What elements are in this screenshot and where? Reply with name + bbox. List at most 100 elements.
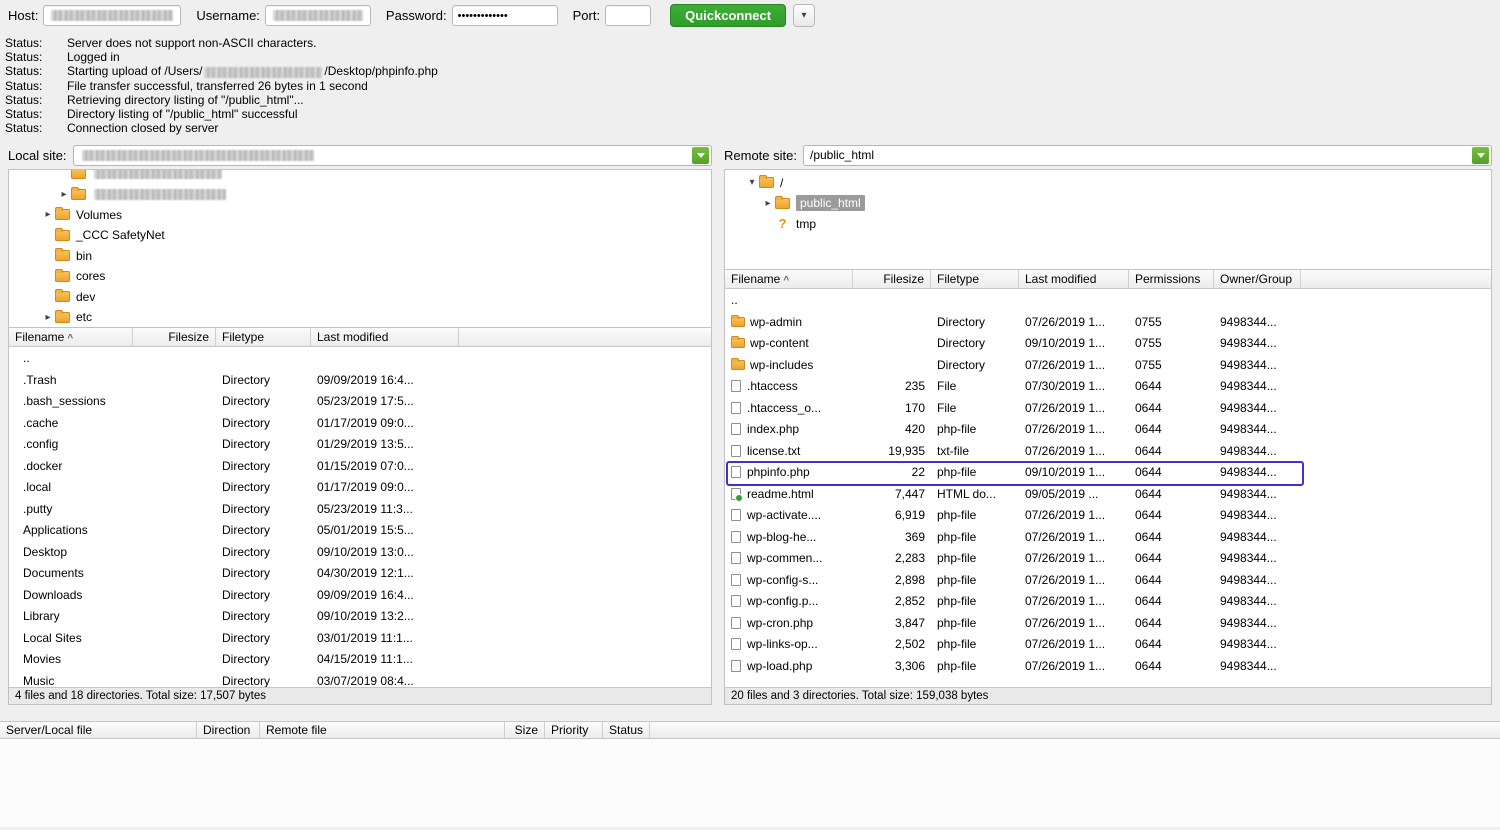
cell-filename: .docker <box>9 455 133 477</box>
file-row-.config[interactable]: .configDirectory01/29/2019 13:5... <box>9 433 711 455</box>
column-header-direction[interactable]: Direction <box>197 722 260 738</box>
column-header-last-modified[interactable]: Last modified <box>311 328 459 346</box>
column-header-remote-file[interactable]: Remote file <box>260 722 505 738</box>
column-header-last-modified[interactable]: Last modified <box>1019 270 1129 288</box>
column-header-status[interactable]: Status <box>603 722 650 738</box>
tree-item-_CCC-SafetyNet[interactable]: _CCC SafetyNet <box>9 225 711 246</box>
password-input[interactable]: ••••••••••••• <box>452 5 558 26</box>
file-row-wp-config-s...[interactable]: wp-config-s...2,898php-file07/26/2019 1.… <box>725 569 1491 591</box>
file-row-license.txt[interactable]: license.txt19,935txt-file07/26/2019 1...… <box>725 440 1491 462</box>
disclosure-down-icon[interactable]: ▾ <box>745 177 759 188</box>
cell-filename: wp-cron.php <box>725 612 853 634</box>
cell-filetype: php-file <box>931 418 1019 440</box>
tree-item-Volumes[interactable]: ▸Volumes <box>9 204 711 225</box>
cell-filetype: php-file <box>931 461 1019 483</box>
file-row-Applications[interactable]: ApplicationsDirectory05/01/2019 15:5... <box>9 519 711 541</box>
file-row-.docker[interactable]: .dockerDirectory01/15/2019 07:0... <box>9 455 711 477</box>
file-row-Movies[interactable]: MoviesDirectory04/15/2019 11:1... <box>9 648 711 670</box>
tree-item-bin[interactable]: bin <box>9 245 711 266</box>
file-row-index.php[interactable]: index.php420php-file07/26/2019 1...06449… <box>725 418 1491 440</box>
quickconnect-button[interactable]: Quickconnect <box>670 4 786 27</box>
file-row-Documents[interactable]: DocumentsDirectory04/30/2019 12:1... <box>9 562 711 584</box>
file-row-wp-cron.php[interactable]: wp-cron.php3,847php-file07/26/2019 1...0… <box>725 612 1491 634</box>
column-header-filetype[interactable]: Filetype <box>931 270 1019 288</box>
column-header-permissions[interactable]: Permissions <box>1129 270 1214 288</box>
file-row-..[interactable]: .. <box>725 289 1491 311</box>
file-row-Local-Sites[interactable]: Local SitesDirectory03/01/2019 11:1... <box>9 627 711 649</box>
file-row-.bash_sessions[interactable]: .bash_sessionsDirectory05/23/2019 17:5..… <box>9 390 711 412</box>
cell-filename: .Trash <box>9 369 133 391</box>
file-row-phpinfo.php[interactable]: phpinfo.php22php-file09/10/2019 1...0644… <box>725 461 1491 483</box>
file-row-wp-content[interactable]: wp-contentDirectory09/10/2019 1...075594… <box>725 332 1491 354</box>
tree-item-dev[interactable]: dev <box>9 286 711 307</box>
file-row-.htaccess_o...[interactable]: .htaccess_o...170File07/26/2019 1...0644… <box>725 397 1491 419</box>
cell-last-modified: 09/10/2019 1... <box>1019 461 1129 483</box>
file-row-wp-admin[interactable]: wp-adminDirectory07/26/2019 1...07559498… <box>725 311 1491 333</box>
file-row-Desktop[interactable]: DesktopDirectory09/10/2019 13:0... <box>9 541 711 563</box>
cell-owner-group: 9498344... <box>1214 547 1301 569</box>
tree-item-redacted[interactable] <box>9 170 711 184</box>
file-row-Music[interactable]: MusicDirectory03/07/2019 08:4... <box>9 670 711 688</box>
file-row-Library[interactable]: LibraryDirectory09/10/2019 13:2... <box>9 605 711 627</box>
cell-filesize <box>133 562 216 584</box>
tree-item-public_html[interactable]: ▸public_html <box>725 193 1491 214</box>
file-row-wp-load.php[interactable]: wp-load.php3,306php-file07/26/2019 1...0… <box>725 655 1491 677</box>
tree-item-label: _CCC SafetyNet <box>76 228 165 242</box>
cell-permissions: 0644 <box>1129 590 1214 612</box>
column-header-filetype[interactable]: Filetype <box>216 328 311 346</box>
status-prefix: Status: <box>5 50 67 64</box>
cell-last-modified: 09/10/2019 13:0... <box>311 541 459 563</box>
file-row-.Trash[interactable]: .TrashDirectory09/09/2019 16:4... <box>9 369 711 391</box>
username-input[interactable] <box>265 5 371 26</box>
file-row-.putty[interactable]: .puttyDirectory05/23/2019 11:3... <box>9 498 711 520</box>
file-row-.cache[interactable]: .cacheDirectory01/17/2019 09:0... <box>9 412 711 434</box>
cell-owner-group: 9498344... <box>1214 354 1301 376</box>
host-input[interactable] <box>43 5 181 26</box>
file-row-Downloads[interactable]: DownloadsDirectory09/09/2019 16:4... <box>9 584 711 606</box>
file-row-.htaccess[interactable]: .htaccess235File07/30/2019 1...064494983… <box>725 375 1491 397</box>
remote-site-combo[interactable]: /public_html <box>803 145 1492 166</box>
file-row-..[interactable]: .. <box>9 347 711 369</box>
tree-item-redacted[interactable]: ▸ <box>9 184 711 205</box>
tree-item-tmp[interactable]: ?tmp <box>725 213 1491 234</box>
tree-item-root[interactable]: ▾/ <box>725 172 1491 193</box>
html-file-icon <box>731 488 741 500</box>
column-header-filesize[interactable]: Filesize <box>133 328 216 346</box>
disclosure-right-icon[interactable]: ▸ <box>57 189 71 200</box>
port-input[interactable] <box>605 5 651 26</box>
column-header-server-local-file[interactable]: Server/Local file <box>0 722 197 738</box>
file-row-wp-commen...[interactable]: wp-commen...2,283php-file07/26/2019 1...… <box>725 547 1491 569</box>
cell-filename: wp-links-op... <box>725 633 853 655</box>
cell-filesize <box>133 541 216 563</box>
cell-filesize <box>133 347 216 369</box>
cell-filesize <box>853 289 931 311</box>
tree-item-cores[interactable]: cores <box>9 266 711 287</box>
file-row-wp-activate....[interactable]: wp-activate....6,919php-file07/26/2019 1… <box>725 504 1491 526</box>
local-site-dropdown-button[interactable] <box>692 147 709 164</box>
remote-site-dropdown-button[interactable] <box>1472 147 1489 164</box>
column-header-priority[interactable]: Priority <box>545 722 603 738</box>
file-row-readme.html[interactable]: readme.html7,447HTML do...09/05/2019 ...… <box>725 483 1491 505</box>
column-header-filename[interactable]: Filename^ <box>9 328 133 346</box>
column-header-filesize[interactable]: Filesize <box>853 270 931 288</box>
disclosure-right-icon[interactable]: ▸ <box>41 209 55 220</box>
file-row-wp-blog-he...[interactable]: wp-blog-he...369php-file07/26/2019 1...0… <box>725 526 1491 548</box>
local-site-combo[interactable] <box>73 145 712 166</box>
cell-filesize <box>133 369 216 391</box>
folder-icon <box>759 177 774 188</box>
column-header-filename[interactable]: Filename^ <box>725 270 853 288</box>
file-row-wp-links-op...[interactable]: wp-links-op...2,502php-file07/26/2019 1.… <box>725 633 1491 655</box>
file-row-.local[interactable]: .localDirectory01/17/2019 09:0... <box>9 476 711 498</box>
column-header-size[interactable]: Size <box>505 722 545 738</box>
column-header-owner-group[interactable]: Owner/Group <box>1214 270 1301 288</box>
cell-owner-group: 9498344... <box>1214 590 1301 612</box>
cell-filetype: php-file <box>931 504 1019 526</box>
file-row-wp-config.p...[interactable]: wp-config.p...2,852php-file07/26/2019 1.… <box>725 590 1491 612</box>
file-row-wp-includes[interactable]: wp-includesDirectory07/26/2019 1...07559… <box>725 354 1491 376</box>
cell-filesize: 170 <box>853 397 931 419</box>
quickconnect-dropdown-button[interactable]: ▾ <box>793 4 815 27</box>
cell-filetype: Directory <box>216 433 311 455</box>
tree-item-etc[interactable]: ▸etc <box>9 307 711 328</box>
disclosure-right-icon[interactable]: ▸ <box>41 312 55 323</box>
disclosure-right-icon[interactable]: ▸ <box>761 198 775 209</box>
